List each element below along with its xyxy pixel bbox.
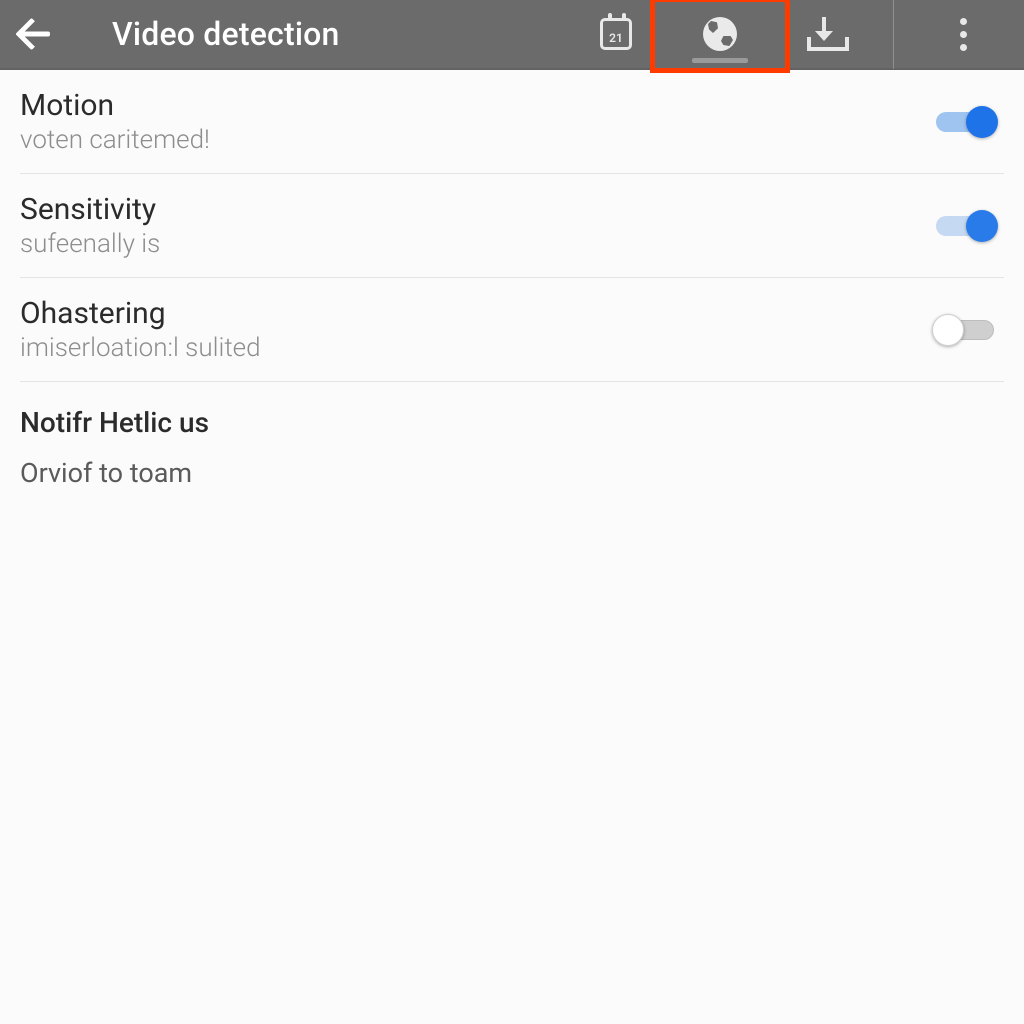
switch-ohastering[interactable]	[932, 312, 998, 348]
switch-sensitivity[interactable]	[932, 208, 998, 244]
switch-motion[interactable]	[932, 104, 998, 140]
row-motion[interactable]: Motion voten caritemed!	[20, 70, 1004, 174]
appbar-separator	[893, 0, 894, 69]
page-title: Video detection	[112, 15, 340, 53]
globe-button[interactable]	[685, 0, 755, 69]
app-bar: Video detection 21	[0, 0, 1024, 70]
download-button[interactable]	[789, 0, 859, 69]
row-ohastering-subtitle: imiserloation:l sulited	[20, 333, 932, 363]
row-sensitivity[interactable]: Sensitivity sufeenally is	[20, 174, 1004, 278]
row-ohastering[interactable]: Ohastering imiserloation:l sulited	[20, 278, 1004, 382]
back-arrow-icon	[18, 17, 52, 51]
calendar-button[interactable]: 21	[581, 0, 651, 69]
download-icon	[807, 17, 841, 51]
selected-underline	[692, 58, 748, 63]
calendar-day: 21	[603, 21, 629, 47]
settings-list: Motion voten caritemed! Sensitivity sufe…	[0, 70, 1024, 511]
more-vert-icon	[960, 18, 967, 51]
calendar-icon: 21	[600, 18, 632, 50]
section-header: Notifr Hetlic us	[20, 382, 1004, 445]
section-line[interactable]: Orviof to toam	[20, 445, 1004, 511]
row-sensitivity-subtitle: sufeenally is	[20, 229, 932, 259]
row-ohastering-title: Ohastering	[20, 296, 932, 331]
row-sensitivity-title: Sensitivity	[20, 192, 932, 227]
globe-icon	[703, 17, 737, 51]
row-motion-title: Motion	[20, 88, 932, 123]
back-button[interactable]	[0, 0, 70, 69]
more-button[interactable]	[928, 0, 998, 69]
row-motion-subtitle: voten caritemed!	[20, 125, 932, 155]
appbar-actions: 21	[581, 0, 1016, 69]
